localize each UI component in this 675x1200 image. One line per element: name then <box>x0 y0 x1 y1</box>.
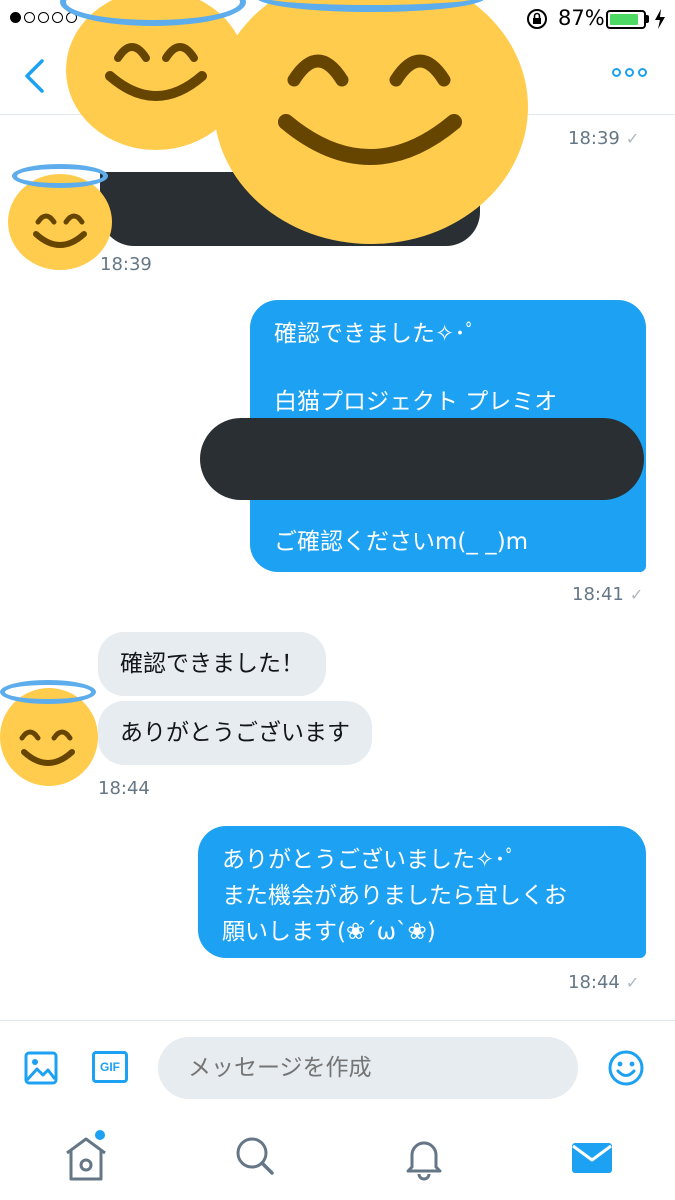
emoji-icon[interactable] <box>607 1049 645 1087</box>
messages-icon <box>572 1143 612 1173</box>
more-dot <box>638 68 647 77</box>
message-timestamp: 18:39 ✓ <box>568 128 639 149</box>
message-line: また機会がありましたら宜しくお <box>222 883 567 909</box>
chevron-left-icon[interactable] <box>22 58 46 94</box>
notifications-icon <box>406 1141 442 1181</box>
emoji-face-icon <box>278 54 462 165</box>
read-check-icon: ✓ <box>629 585 644 604</box>
charging-bolt-icon <box>655 9 665 29</box>
signal-dot <box>52 12 63 23</box>
message-line: ご確認くださいm(_ _)m <box>274 529 529 555</box>
signal-dot <box>10 12 21 23</box>
read-check-icon: ✓ <box>625 973 640 992</box>
incoming-message-bubble: 確認できました！ <box>98 632 326 696</box>
tab-messages[interactable] <box>562 1127 622 1187</box>
bottom-tab-bar <box>0 1115 675 1200</box>
emoji-face-icon <box>33 213 87 248</box>
message-line: 確認できました✧･ﾟ <box>274 321 478 347</box>
halo-icon <box>12 164 108 188</box>
home-icon <box>66 1130 106 1181</box>
smiling-angel-emoji-large <box>214 0 528 244</box>
battery-level-fill <box>610 14 638 25</box>
signal-dot <box>24 12 35 23</box>
message-timestamp: 18:44 <box>98 778 150 799</box>
avatar[interactable] <box>8 174 112 270</box>
message-input[interactable] <box>158 1037 578 1099</box>
message-composer: GIF <box>0 1020 675 1116</box>
more-dot <box>612 68 621 77</box>
redacted-message-text <box>200 418 644 500</box>
message-line: 白猫プロジェクト プレミオ <box>274 389 558 415</box>
halo-icon <box>0 680 96 704</box>
battery-icon <box>606 10 646 29</box>
more-dot <box>625 68 634 77</box>
message-timestamp: 18:41 ✓ <box>572 584 643 605</box>
timestamp-text: 18:41 <box>572 584 624 605</box>
timestamp-text: 18:44 <box>568 972 620 993</box>
signal-dot <box>38 12 49 23</box>
gif-icon[interactable]: GIF <box>92 1051 128 1083</box>
timestamp-text: 18:39 <box>568 128 620 149</box>
battery-percentage: 87% <box>558 6 605 30</box>
rotation-lock-icon <box>527 9 547 29</box>
message-line: 願いします(❀´ω`❀) <box>222 919 436 945</box>
message-line: ありがとうございました✧･ﾟ <box>222 847 518 873</box>
read-check-icon: ✓ <box>625 129 640 148</box>
more-dots-icon[interactable] <box>612 68 647 77</box>
tab-home[interactable] <box>56 1127 116 1187</box>
battery-tip <box>646 15 649 23</box>
message-timestamp: 18:44 ✓ <box>568 972 639 993</box>
tab-notifications[interactable] <box>394 1127 454 1187</box>
outgoing-message-bubble: ありがとうございました✧･ﾟ また機会がありましたら宜しくお 願いします(❀´ω… <box>198 826 646 958</box>
image-icon[interactable] <box>24 1051 58 1085</box>
tab-search[interactable] <box>226 1127 286 1187</box>
incoming-message-bubble: ありがとうございます <box>98 701 372 765</box>
search-icon <box>236 1137 274 1175</box>
